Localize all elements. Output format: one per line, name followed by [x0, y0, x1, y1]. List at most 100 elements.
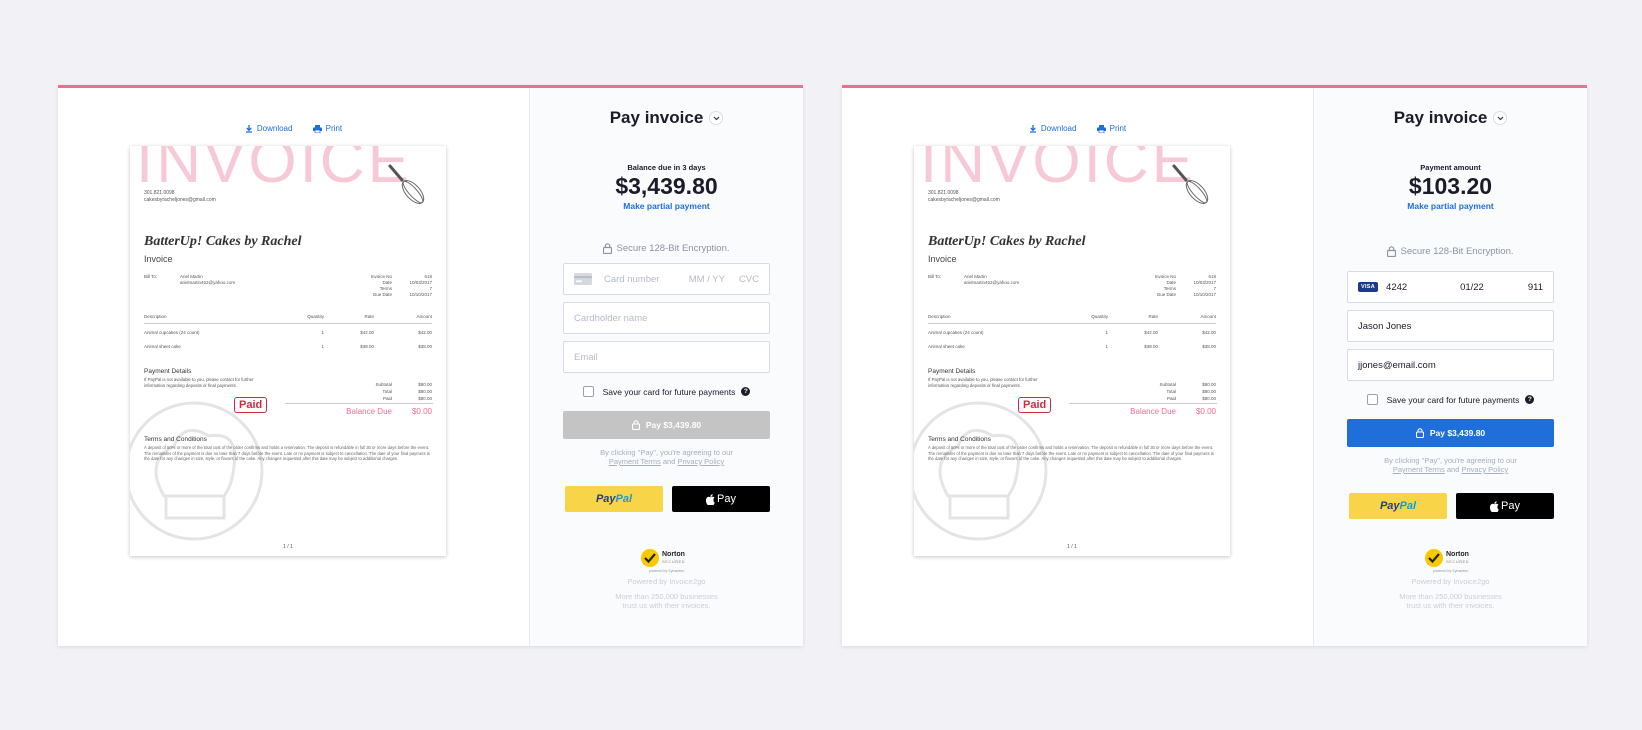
payment-details-text: If PayPal is not available to you, pleas… — [144, 377, 254, 388]
table-row: Animal sheet cake 1 $38.00 $38.00 — [928, 338, 1216, 352]
norton-badge: Norton SECURED — [1424, 548, 1469, 568]
norton-text: Norton SECURED — [1446, 551, 1469, 565]
card-number-value: 4242 — [1386, 281, 1408, 293]
item-description: Animal sheet cake — [144, 344, 181, 349]
whisk-icon — [1172, 164, 1209, 204]
col-amount: Amount — [1200, 314, 1216, 319]
paypal-button[interactable]: Pay Pal — [565, 486, 663, 512]
item-quantity: 1 — [321, 330, 324, 335]
and-text: and — [662, 457, 676, 466]
payment-terms-link[interactable]: Payment Terms — [609, 457, 661, 466]
balance-due-value: $0.00 — [1195, 407, 1216, 416]
norton-secured: SECURED — [662, 559, 686, 564]
invoice-document: INVOICE 301.821.0098 cakesbyracheljones@… — [130, 146, 446, 556]
business-contact: 301.821.0098 cakesbyracheljones@gmail.co… — [144, 190, 216, 204]
lock-icon — [631, 420, 640, 430]
privacy-policy-link[interactable]: Privacy Policy — [677, 457, 724, 466]
pay-panel: Pay invoice Balance due in 3 days $3,439… — [529, 88, 803, 646]
chef-hat-watermark-icon — [914, 401, 1048, 541]
item-amount: $42.00 — [1202, 330, 1216, 335]
total-label: Paid — [382, 396, 392, 401]
payment-terms-link[interactable]: Payment Terms — [1393, 465, 1445, 474]
paypal-logo-pay: Pay — [1379, 500, 1400, 512]
col-amount: Amount — [416, 314, 432, 319]
privacy-policy-link[interactable]: Privacy Policy — [1461, 465, 1508, 474]
norton-name: Norton — [1446, 551, 1469, 558]
email-input[interactable]: Email — [563, 341, 770, 373]
card-number-input[interactable]: Card number MM / YY CVC — [563, 263, 770, 295]
help-icon[interactable]: ? — [1525, 395, 1535, 404]
paypal-button[interactable]: Pay Pal — [1349, 493, 1447, 519]
amount-value: $103.20 — [1408, 173, 1493, 199]
download-icon — [245, 124, 252, 133]
terms-text: A deposit of 50% or more of the total co… — [144, 445, 430, 461]
item-amount: $38.00 — [1202, 344, 1216, 349]
payment-details: Payment Details If PayPal is not availab… — [928, 368, 1058, 388]
amount-label: Payment amount — [1420, 163, 1481, 172]
partial-payment-link[interactable]: Make partial payment — [1314, 201, 1587, 211]
paid-stamp: Paid — [1018, 397, 1052, 413]
invoice-payment-card-empty: Download Print INVOICE 301.821.0098 cake — [58, 85, 803, 646]
pay-button[interactable]: Pay $3,439.80 — [1347, 419, 1554, 447]
download-button[interactable]: Download — [1029, 124, 1076, 133]
item-amount: $42.00 — [418, 330, 432, 335]
email-input[interactable]: jjones@email.com — [1347, 349, 1554, 381]
partial-payment-link[interactable]: Make partial payment — [530, 201, 803, 211]
cardholder-name-input[interactable]: Jason Jones — [1347, 310, 1554, 342]
business-phone: 301.821.0098 — [144, 190, 175, 196]
save-card-checkbox[interactable] — [1366, 394, 1378, 405]
col-description: Description — [144, 314, 167, 319]
pay-options-toggle[interactable] — [709, 111, 724, 125]
footnote: More than 250,000 businesses trust us wi… — [1314, 592, 1587, 610]
norton-powered: powered by Symantec — [648, 569, 685, 573]
help-icon[interactable]: ? — [741, 387, 751, 396]
bill-to-value: Ariel Martin arielmartin452@yahoo.com — [180, 274, 300, 286]
pay-button[interactable]: Pay $3,439.80 — [563, 411, 770, 439]
whisk-icon — [388, 164, 425, 204]
table-header: Description Quantity Rate Amount — [144, 314, 432, 324]
terms-and-conditions: Terms and Conditions A deposit of 50% or… — [144, 436, 432, 462]
powered-by: Powered by Invoice2go — [1411, 577, 1490, 586]
amount-label: Balance due in 3 days — [627, 163, 706, 172]
save-card-checkbox[interactable] — [582, 386, 594, 397]
footnote-line-1: More than 250,000 businesses — [615, 592, 718, 601]
document-subtitle: Invoice — [144, 254, 173, 264]
apple-icon — [706, 493, 715, 505]
divider — [285, 403, 433, 404]
invoice-meta: Invoice No 618 Date 10/03/2017 Terms 7 Due … — [1126, 274, 1216, 298]
norton-powered: powered by Symantec — [1432, 569, 1469, 573]
print-button[interactable]: Print — [312, 124, 343, 133]
card-number-placeholder: Card number — [604, 273, 660, 285]
invoice-totals: Subtotal $80.00 Total $80.00 Paid $80.00 — [1126, 381, 1216, 402]
apple-pay-button[interactable]: Pay — [1456, 493, 1554, 519]
cardholder-name-input[interactable]: Cardholder name — [563, 302, 770, 334]
apple-pay-button[interactable]: Pay — [672, 486, 770, 512]
pay-button-label: Pay $3,439.80 — [1429, 428, 1486, 438]
bill-to-label: Bill To: — [144, 274, 158, 279]
total-label: Total — [382, 389, 392, 394]
invoice-preview-pane: Download Print INVOICE 301.821.0098 cake — [842, 88, 1313, 646]
wallet-buttons: Pay Pal Pay — [1349, 493, 1554, 519]
table-row: Animal cupcakes (24 count) 1 $42.00 $42.… — [144, 324, 432, 338]
item-rate: $38.00 — [1144, 344, 1158, 349]
save-card-row: Save your card for future payments ? — [1314, 394, 1587, 405]
print-label: Print — [325, 124, 343, 133]
total-value: $80.00 — [1202, 382, 1216, 387]
col-quantity: Quantity — [1091, 314, 1108, 319]
table-row: Animal sheet cake 1 $38.00 $38.00 — [144, 338, 432, 352]
pay-options-toggle[interactable] — [1493, 111, 1508, 125]
agreement-line: By clicking "Pay", you're agreeing to ou… — [600, 448, 733, 457]
item-description: Animal cupcakes (24 count) — [928, 330, 984, 335]
item-rate: $42.00 — [360, 330, 374, 335]
card-number-group: VISA 4242 — [1358, 282, 1407, 293]
terms-title: Terms and Conditions — [928, 436, 991, 443]
print-button[interactable]: Print — [1096, 124, 1126, 133]
secure-text: Secure 128-Bit Encryption. — [616, 243, 730, 254]
card-extra-group: 01/22 911 — [1446, 282, 1543, 293]
card-number-input[interactable]: VISA 4242 01/22 911 — [1347, 271, 1554, 303]
terms-text: A deposit of 50% or more of the total co… — [928, 445, 1214, 461]
paid-stamp: Paid — [234, 397, 268, 413]
agreement-links: Payment Terms and Privacy Policy — [1314, 465, 1587, 474]
item-rate: $42.00 — [1144, 330, 1158, 335]
download-button[interactable]: Download — [245, 124, 292, 133]
